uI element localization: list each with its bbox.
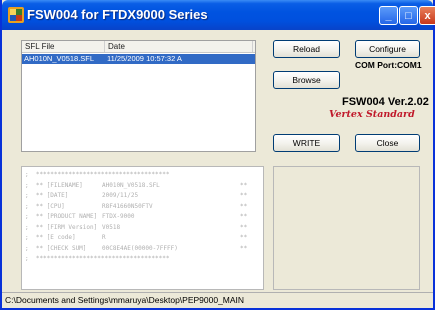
list-header: SFL File Date xyxy=(22,41,255,53)
info-border-bottom: ; ************************************* xyxy=(25,255,170,262)
brand-logo: Vertex Standard xyxy=(329,109,415,120)
info-row: ; ** [CHECK SUM] 00C8E4AE(00000-7FFFF) *… xyxy=(22,244,263,255)
browse-button[interactable]: Browse xyxy=(273,71,340,89)
file-info-textbox[interactable]: ; ************************************* … xyxy=(21,166,264,290)
configure-button[interactable]: Configure xyxy=(355,40,420,58)
info-value: V0518 xyxy=(102,223,121,231)
info-value: 00C8E4AE(00000-7FFFF) xyxy=(102,244,178,252)
title-bar[interactable]: FSW004 for FTDX9000 Series _ □ x xyxy=(2,0,435,30)
status-bar-path: C:\Documents and Settings\mmaruya\Deskto… xyxy=(2,292,433,308)
info-row: ; ** [FIRM Version] V0518 ** xyxy=(22,223,263,234)
list-item[interactable]: AH010N_V0518.SFL 11/25/2009 10:57:32 A xyxy=(22,54,255,64)
info-key: ; ** [CHECK SUM] xyxy=(25,244,87,252)
info-row: ; ** [FILENAME] AH010N_V0518.SFL ** xyxy=(22,181,263,192)
column-header-sfl-file[interactable]: SFL File xyxy=(22,41,105,52)
close-window-button[interactable]: x xyxy=(419,6,435,25)
info-row: ; ** [CPU] R8F41660N50FTV ** xyxy=(22,202,263,213)
maximize-button[interactable]: □ xyxy=(399,6,418,25)
info-end: ** xyxy=(240,234,248,241)
window-title: FSW004 for FTDX9000 Series xyxy=(27,7,208,22)
write-button[interactable]: WRITE xyxy=(273,134,340,152)
info-end: ** xyxy=(240,223,248,231)
column-header-date[interactable]: Date xyxy=(105,41,253,52)
info-key: ; ** [FILENAME] xyxy=(25,181,83,189)
info-value: FTDX-9000 xyxy=(102,213,135,220)
application-window: FSW004 for FTDX9000 Series _ □ x SFL Fil… xyxy=(0,0,435,310)
info-end: ** xyxy=(240,244,248,252)
list-item-date: 11/25/2009 10:57:32 A xyxy=(107,54,182,63)
info-value: 2009/11/25 xyxy=(102,192,139,199)
app-icon xyxy=(8,7,24,23)
info-value: AH010N_V0518.SFL xyxy=(102,181,160,189)
info-key: ; ** [DATE] xyxy=(25,192,69,199)
sfl-file-list[interactable]: SFL File Date AH010N_V0518.SFL 11/25/200… xyxy=(21,40,256,152)
info-value: R xyxy=(102,234,106,241)
list-item-file: AH010N_V0518.SFL xyxy=(24,54,95,63)
info-key: ; ** [CPU] xyxy=(25,202,65,210)
version-label: FSW004 Ver.2.02 xyxy=(342,96,429,108)
com-port-label: COM Port:COM1 xyxy=(355,60,422,70)
reload-button[interactable]: Reload xyxy=(273,40,340,58)
info-row: ; ** [E code] R ** xyxy=(22,233,263,244)
close-button[interactable]: Close xyxy=(355,134,420,152)
progress-panel xyxy=(273,166,420,290)
info-row: ; ** [PRODUCT NAME] FTDX-9000 ** xyxy=(22,212,263,223)
info-value: R8F41660N50FTV xyxy=(102,202,153,210)
info-border-top: ; ************************************* xyxy=(25,171,170,178)
minimize-button[interactable]: _ xyxy=(379,6,398,25)
info-key: ; ** [FIRM Version] xyxy=(25,223,98,231)
info-end: ** xyxy=(240,181,248,189)
info-end: ** xyxy=(240,213,248,220)
info-key: ; ** [E code] xyxy=(25,234,76,241)
info-end: ** xyxy=(240,192,248,199)
info-key: ; ** [PRODUCT NAME] xyxy=(25,213,98,220)
info-end: ** xyxy=(240,202,248,210)
info-row: ; ** [DATE] 2009/11/25 ** xyxy=(22,191,263,202)
